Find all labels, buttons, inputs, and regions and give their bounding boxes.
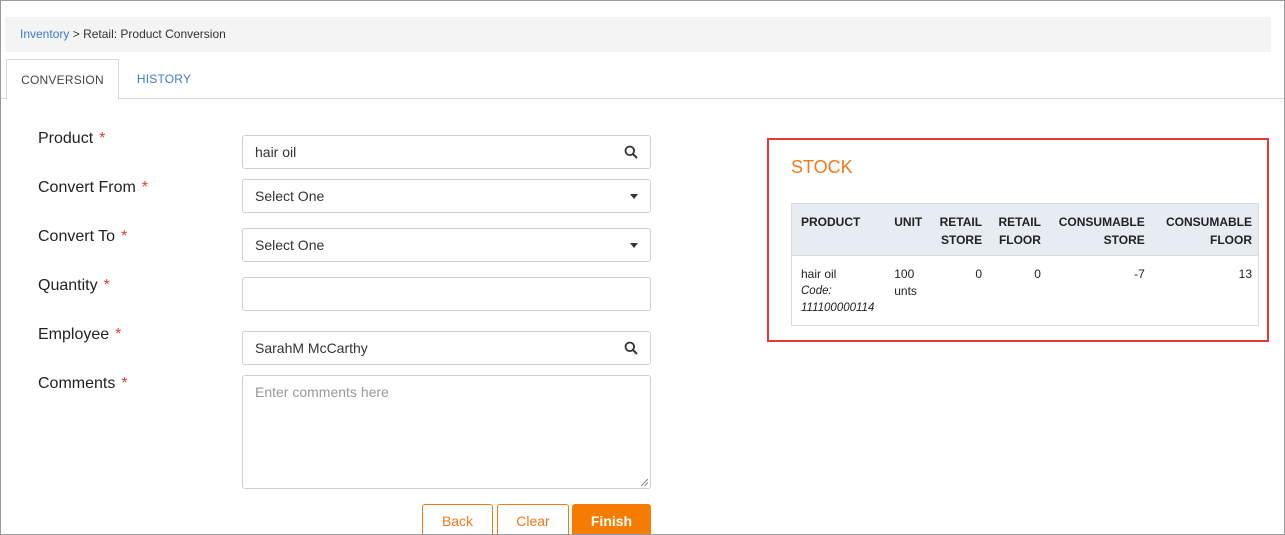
comments-label: Comments * [38, 375, 128, 393]
col-header-retail-floor: RETAIL FLOOR [988, 203, 1047, 256]
stock-table: PRODUCT UNIT RETAIL STORE RETAIL FLOOR CON… [791, 203, 1259, 326]
product-name: hair oil [801, 267, 837, 281]
convert-from-label: Convert From * [38, 179, 148, 197]
unit-qty: 100 [894, 267, 915, 281]
search-icon [624, 341, 638, 355]
resize-handle-icon[interactable] [640, 478, 648, 486]
employee-input-value: SarahM McCarthy [255, 340, 368, 356]
convert-to-select[interactable]: Select One [242, 228, 651, 262]
comments-placeholder: Enter comments here [255, 384, 389, 400]
required-marker: * [121, 228, 128, 245]
chevron-down-icon [630, 243, 638, 248]
chevron-down-icon [630, 194, 638, 199]
quantity-label: Quantity * [38, 277, 110, 295]
product-code: 111100000114 [801, 302, 875, 314]
col-header-consumable-store: CONSUMABLE STORE [1046, 203, 1151, 256]
col-header-product: PRODUCT [791, 203, 889, 256]
col-header-unit: UNIT [888, 203, 933, 256]
tab-bar: CONVERSION HISTORY [1, 59, 1284, 100]
breadcrumb-link-inventory[interactable]: Inventory [20, 27, 69, 41]
required-marker: * [141, 179, 149, 196]
quantity-input[interactable] [242, 277, 651, 311]
required-marker: * [99, 130, 106, 147]
stock-table-header: PRODUCT UNIT RETAIL STORE RETAIL FLOOR CON… [791, 203, 1259, 256]
product-label: Product * [38, 130, 105, 148]
product-input-value: hair oil [255, 144, 297, 160]
convert-to-value: Select One [255, 237, 325, 253]
product-code-label: Code: [801, 285, 832, 297]
cell-retail-store: 0 [932, 255, 989, 326]
back-button[interactable]: Back [422, 504, 493, 534]
required-marker: * [103, 277, 110, 294]
page-frame: Inventory > Retail: Product Conversion C… [0, 0, 1285, 535]
cell-retail-floor: 0 [988, 255, 1047, 326]
employee-search-button[interactable] [612, 332, 650, 364]
cell-consumable-floor: 13 [1150, 255, 1259, 326]
required-marker: * [121, 375, 128, 392]
breadcrumb: Inventory > Retail: Product Conversion [5, 17, 1271, 52]
convert-to-label-text: Convert To [38, 228, 116, 245]
comments-label-text: Comments [38, 375, 116, 392]
unit-name: unts [894, 284, 917, 298]
breadcrumb-current: Retail: Product Conversion [83, 27, 226, 41]
employee-label-text: Employee [38, 326, 110, 343]
comments-textarea[interactable]: Enter comments here [242, 375, 651, 489]
product-search-button[interactable] [612, 136, 650, 168]
stock-panel: STOCK PRODUCT UNIT RETAIL STORE RETAIL FLO… [767, 138, 1269, 342]
convert-from-label-text: Convert From [38, 179, 136, 196]
table-row: hair oil Code: 111100000114 100 unts 0 0… [791, 255, 1259, 326]
clear-button[interactable]: Clear [497, 504, 569, 534]
search-icon [624, 145, 638, 159]
convert-to-label: Convert To * [38, 228, 127, 246]
required-marker: * [115, 326, 122, 343]
employee-search-input[interactable]: SarahM McCarthy [242, 331, 651, 365]
col-header-consumable-floor: CONSUMABLE FLOOR [1150, 203, 1259, 256]
quantity-label-text: Quantity [38, 277, 98, 294]
convert-from-value: Select One [255, 188, 325, 204]
cell-unit: 100 unts [888, 255, 933, 326]
col-header-retail-store: RETAIL STORE [932, 203, 989, 256]
cell-consumable-store: -7 [1046, 255, 1151, 326]
convert-from-select[interactable]: Select One [242, 179, 651, 213]
employee-label: Employee * [38, 326, 121, 344]
cell-product: hair oil Code: 111100000114 [791, 255, 889, 326]
breadcrumb-separator: > [72, 27, 80, 41]
tab-conversion[interactable]: CONVERSION [6, 59, 119, 100]
finish-button[interactable]: Finish [572, 504, 651, 534]
product-label-text: Product [38, 130, 94, 147]
product-search-input[interactable]: hair oil [242, 135, 651, 169]
stock-title: STOCK [791, 157, 853, 177]
tab-history[interactable]: HISTORY [119, 59, 209, 99]
